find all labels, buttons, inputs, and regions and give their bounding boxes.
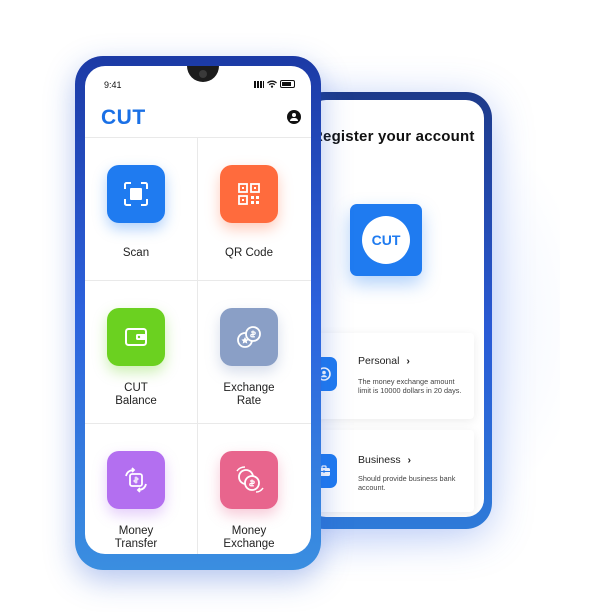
back-phone: Register your account CUT Personal › The… [298, 92, 492, 529]
tile-money-exchange[interactable]: Money Exchange [198, 423, 310, 554]
tile-label: Money Transfer [114, 525, 158, 550]
personal-account-card[interactable]: Personal › The money exchange amount lim… [308, 333, 474, 419]
business-description: Should provide business bank account. [358, 474, 456, 492]
business-title: Business [358, 454, 401, 466]
home-screen: 9:41 CUT Scan QR Code CUT Balance Exchan… [85, 66, 311, 554]
status-icons [254, 80, 295, 88]
camera-icon [199, 70, 207, 78]
tile-scan[interactable]: Scan [85, 137, 197, 277]
tile-money-transfer[interactable]: Money Transfer [85, 423, 197, 554]
chevron-right-icon: › [406, 355, 410, 367]
camera-notch [187, 66, 219, 82]
tile-qr-code[interactable]: QR Code [198, 137, 310, 277]
wallet-icon [107, 308, 165, 366]
brand-logo: CUT [101, 106, 146, 129]
coins-icon [220, 308, 278, 366]
tile-exchange-rate[interactable]: Exchange Rate [198, 280, 310, 420]
business-title-row: Business › [358, 454, 411, 466]
tile-label: Exchange Rate [223, 382, 275, 407]
transfer-icon [107, 451, 165, 509]
tile-label: QR Code [225, 247, 273, 259]
tile-label: CUT Balance [115, 382, 157, 407]
battery-icon [280, 80, 295, 88]
business-account-card[interactable]: Business › Should provide business bank … [308, 430, 474, 512]
tile-label: Money Exchange [223, 525, 275, 550]
personal-description: The money exchange amount limit is 10000… [358, 377, 462, 395]
tile-cut-balance[interactable]: CUT Balance [85, 280, 197, 420]
personal-title: Personal [358, 355, 400, 367]
logo-circle: CUT [362, 216, 410, 264]
logo-text: CUT [371, 232, 401, 248]
profile-icon[interactable] [287, 110, 301, 124]
chevron-right-icon: › [407, 454, 412, 466]
wifi-icon [267, 80, 277, 88]
register-title: Register your account [312, 128, 475, 145]
scan-icon [107, 165, 165, 223]
qr-code-icon [220, 165, 278, 223]
register-screen: Register your account CUT Personal › The… [308, 100, 484, 517]
signal-icon [254, 80, 264, 88]
status-time: 9:41 [104, 80, 122, 90]
personal-title-row: Personal › [358, 355, 410, 367]
tile-label: Scan [122, 247, 150, 259]
cut-logo: CUT [350, 204, 422, 276]
exchange-icon [220, 451, 278, 509]
front-phone: 9:41 CUT Scan QR Code CUT Balance Exchan… [75, 56, 321, 570]
